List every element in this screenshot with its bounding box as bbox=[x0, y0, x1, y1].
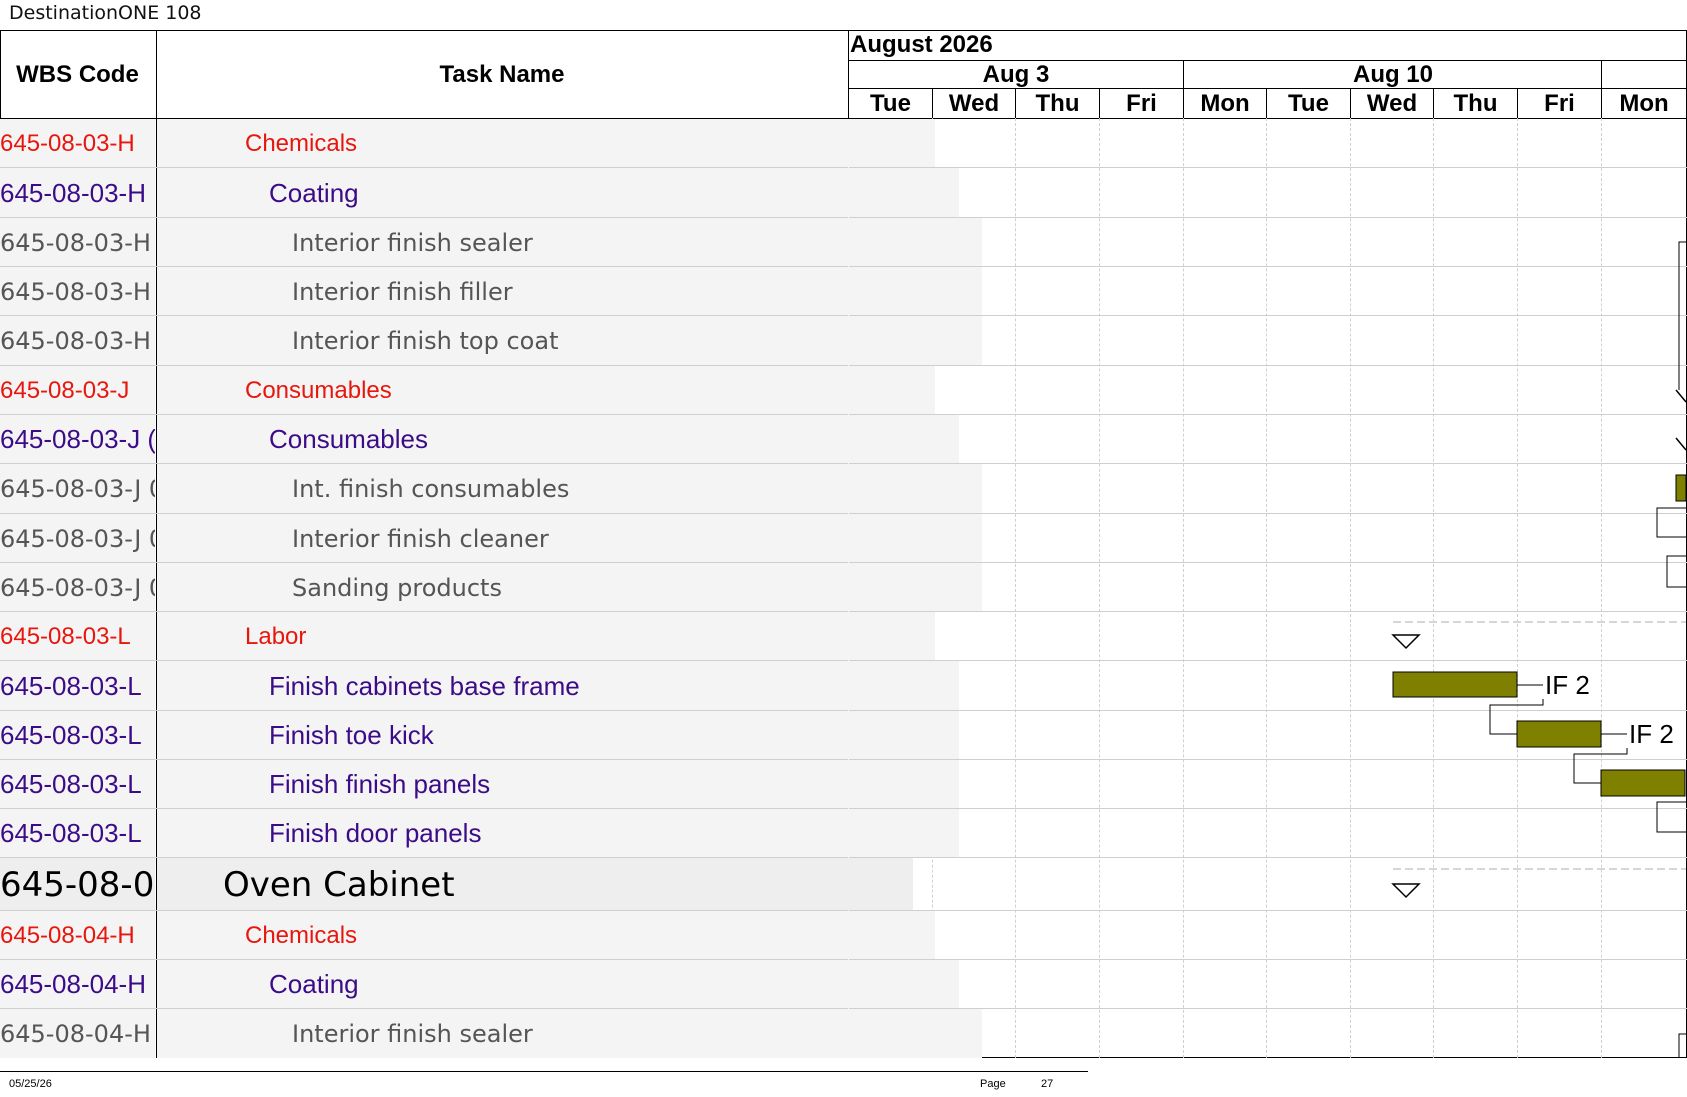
link-label: IF 2 bbox=[1629, 719, 1674, 749]
summary-marker-icon bbox=[1675, 389, 1687, 403]
task-bar-finish-cabinets-base-frame[interactable] bbox=[1392, 671, 1518, 698]
summary-marker-icon[interactable] bbox=[1391, 634, 1421, 650]
footer-page-label: Page bbox=[980, 1078, 1006, 1090]
summary-marker-icon bbox=[1675, 437, 1687, 451]
dependency-link bbox=[1666, 555, 1686, 588]
summary-marker-icon[interactable] bbox=[1391, 883, 1421, 899]
dependency-link bbox=[1678, 1033, 1686, 1057]
footer-date: 05/25/26 bbox=[9, 1078, 52, 1090]
task-bar-finish-finish-panels[interactable] bbox=[1600, 769, 1686, 797]
task-bar-int-finish-consumables[interactable] bbox=[1675, 474, 1687, 502]
task-bar-finish-toe-kick[interactable] bbox=[1516, 720, 1602, 748]
dependency-link bbox=[1678, 241, 1686, 390]
gantt-chart: IF 2 IF 2 bbox=[1391, 241, 1687, 1057]
footer-page-number: 27 bbox=[1041, 1078, 1054, 1090]
dependency-link bbox=[1656, 507, 1686, 538]
footer-divider bbox=[0, 1071, 1088, 1072]
dependency-link bbox=[1656, 801, 1686, 833]
link-label: IF 2 bbox=[1545, 670, 1590, 700]
